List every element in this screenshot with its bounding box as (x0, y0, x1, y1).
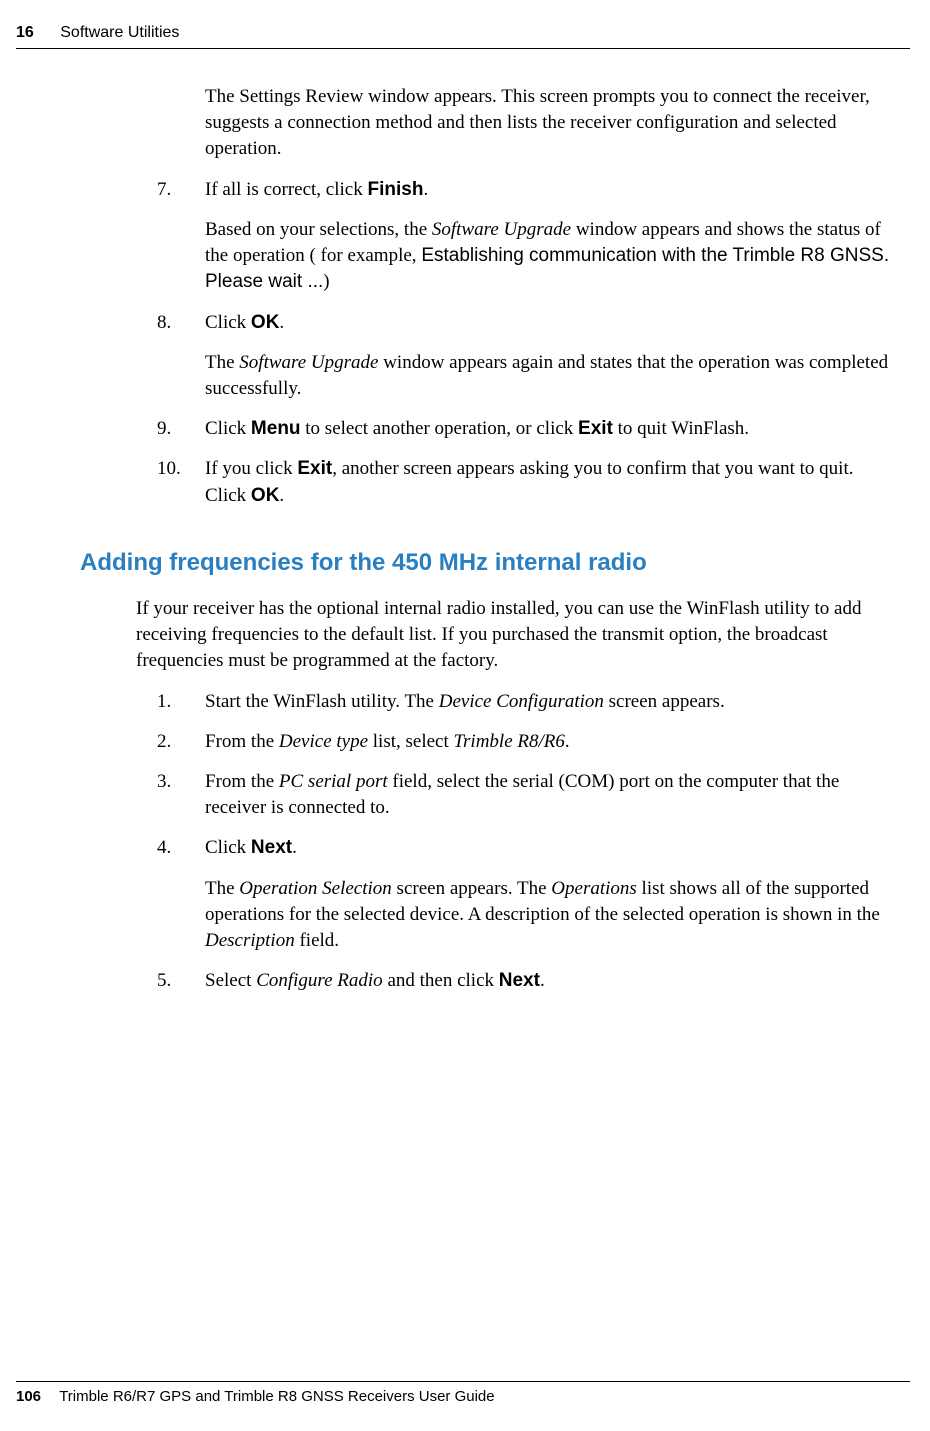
next-label: Next (499, 970, 540, 991)
steps-list-continued: 7. If all is correct, click Finish. (80, 177, 890, 203)
section-intro: If your receiver has the optional intern… (136, 596, 890, 675)
text: field. (295, 930, 339, 951)
text: Click (205, 418, 251, 439)
device-configuration-italic: Device Configuration (439, 691, 604, 712)
step-text: Click Next. (205, 835, 890, 861)
page-header: 16 Software Utilities (16, 24, 910, 49)
step-text: If you click Exit, another screen appear… (205, 456, 890, 508)
continuation-paragraph: The Settings Review window appears. This… (205, 84, 890, 163)
page-number: 106 (16, 1388, 41, 1405)
text: Click (205, 312, 251, 333)
chapter-number: 16 (16, 24, 34, 41)
step-text: From the Device type list, select Trimbl… (205, 729, 890, 755)
text: . (279, 312, 284, 333)
steps-list-2: 1. Start the WinFlash utility. The Devic… (80, 689, 890, 862)
trimble-model-italic: Trimble R8/R6 (454, 731, 565, 752)
step-number: 2. (157, 729, 205, 755)
text: If all is correct, click (205, 179, 367, 200)
step-text: From the PC serial port field, select th… (205, 769, 890, 821)
steps-list-continued: 8. Click OK. (80, 310, 890, 336)
ok-label: OK (251, 312, 280, 333)
text: . (423, 179, 428, 200)
page-body: The Settings Review window appears. This… (80, 84, 890, 1008)
step-number: 3. (157, 769, 205, 821)
step-text: Select Configure Radio and then click Ne… (205, 968, 890, 994)
software-upgrade-italic: Software Upgrade (432, 219, 571, 240)
text: and then click (383, 970, 499, 991)
text: The (205, 352, 239, 373)
step2-2: 2. From the Device type list, select Tri… (80, 729, 890, 755)
ok-label: OK (251, 485, 280, 506)
step-7-sub: Based on your selections, the Software U… (205, 217, 890, 296)
text: to select another operation, or click (301, 418, 579, 439)
device-type-italic: Device type (279, 731, 368, 752)
operations-italic: Operations (551, 878, 637, 899)
step-text: Click OK. (205, 310, 890, 336)
text: From the (205, 731, 279, 752)
text: Based on your selections, the (205, 219, 432, 240)
text: From the (205, 771, 279, 792)
steps-list-continued: 10. If you click Exit, another screen ap… (80, 456, 890, 508)
finish-label: Finish (367, 179, 423, 200)
operation-selection-italic: Operation Selection (239, 878, 392, 899)
step-text: Click Menu to select another operation, … (205, 416, 890, 442)
chapter-title: Software Utilities (60, 24, 179, 41)
text: Click (205, 837, 251, 858)
text: . (279, 485, 284, 506)
step-text: If all is correct, click Finish. (205, 177, 890, 203)
software-upgrade-italic: Software Upgrade (239, 352, 378, 373)
text: Start the WinFlash utility. The (205, 691, 439, 712)
pc-serial-port-italic: PC serial port (279, 771, 388, 792)
text: . (565, 731, 570, 752)
step-8-sub: The Software Upgrade window appears agai… (205, 350, 890, 402)
step-number: 7. (157, 177, 205, 203)
next-label: Next (251, 837, 292, 858)
exit-label: Exit (297, 458, 332, 479)
step-8: 8. Click OK. (80, 310, 890, 336)
step2-1: 1. Start the WinFlash utility. The Devic… (80, 689, 890, 715)
page-footer: 106 Trimble R6/R7 GPS and Trimble R8 GNS… (16, 1381, 910, 1405)
text: The (205, 878, 239, 899)
step-7: 7. If all is correct, click Finish. (80, 177, 890, 203)
steps-list-continued: 9. Click Menu to select another operatio… (80, 416, 890, 442)
step2-4: 4. Click Next. (80, 835, 890, 861)
step-text: Start the WinFlash utility. The Device C… (205, 689, 890, 715)
step-9: 9. Click Menu to select another operatio… (80, 416, 890, 442)
step-number: 4. (157, 835, 205, 861)
step-number: 10. (157, 456, 205, 508)
text: If you click (205, 458, 297, 479)
step-number: 1. (157, 689, 205, 715)
menu-label: Menu (251, 418, 301, 439)
exit-label: Exit (578, 418, 613, 439)
steps-list-2: 5. Select Configure Radio and then click… (80, 968, 890, 994)
text: . (292, 837, 297, 858)
step2-4-sub: The Operation Selection screen appears. … (205, 876, 890, 955)
text: ) (323, 271, 329, 292)
text: screen appears. The (392, 878, 552, 899)
step2-3: 3. From the PC serial port field, select… (80, 769, 890, 821)
text: to quit WinFlash. (613, 418, 749, 439)
step-number: 8. (157, 310, 205, 336)
step-number: 9. (157, 416, 205, 442)
step-10: 10. If you click Exit, another screen ap… (80, 456, 890, 508)
description-italic: Description (205, 930, 295, 951)
step2-5: 5. Select Configure Radio and then click… (80, 968, 890, 994)
configure-radio-italic: Configure Radio (256, 970, 383, 991)
text: list, select (368, 731, 453, 752)
step-number: 5. (157, 968, 205, 994)
guide-title: Trimble R6/R7 GPS and Trimble R8 GNSS Re… (59, 1388, 494, 1405)
text: Select (205, 970, 256, 991)
section-heading-frequencies: Adding frequencies for the 450 MHz inter… (80, 549, 890, 577)
text: screen appears. (604, 691, 725, 712)
page: 16 Software Utilities The Settings Revie… (0, 0, 930, 1431)
text: . (540, 970, 545, 991)
